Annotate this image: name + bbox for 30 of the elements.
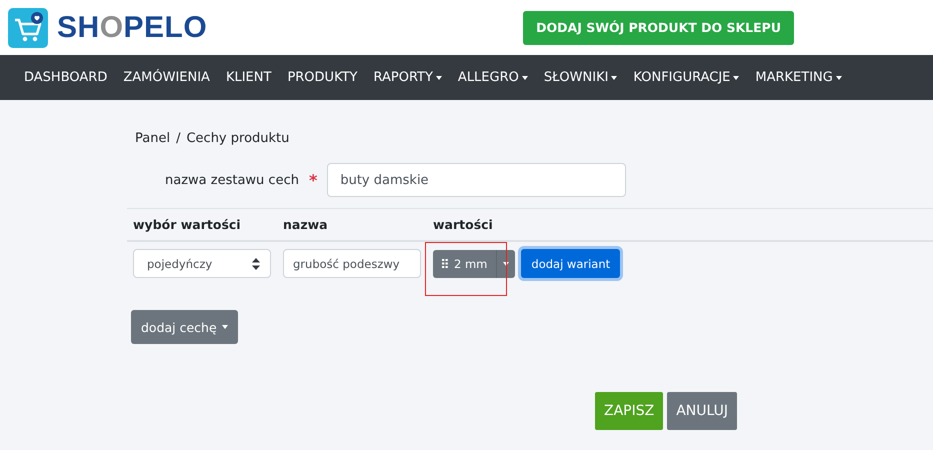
nav-item[interactable]: KLIENT — [218, 70, 280, 85]
breadcrumb-link[interactable]: Panel — [135, 131, 170, 146]
add-feature-button[interactable]: dodaj cechę — [131, 310, 238, 344]
nav-item[interactable]: MARKETING — [747, 70, 850, 85]
cart-logo-icon — [8, 8, 48, 48]
set-name-field[interactable]: buty damskie — [327, 163, 626, 197]
caret-icon — [222, 325, 228, 329]
breadcrumb-separator: / — [176, 131, 180, 146]
nav-item[interactable]: DASHBOARD — [16, 70, 116, 85]
up-down-icon — [252, 258, 260, 270]
nav-item[interactable]: PRODUKTY — [279, 70, 366, 85]
selection-dropdown[interactable]: pojedyńczy — [133, 249, 271, 278]
nav-item[interactable]: KONFIGURACJE — [625, 70, 748, 85]
nav-item[interactable]: RAPORTY — [365, 70, 450, 85]
value-dropdown-button[interactable]: 2 mm — [433, 250, 516, 278]
add-variant-button[interactable]: dodaj wariant — [521, 249, 620, 278]
logo-text: SHOPELO — [57, 10, 208, 44]
caret-icon — [503, 262, 510, 266]
drag-handle-icon[interactable] — [442, 259, 448, 268]
nav-item[interactable]: SŁOWNIKI — [536, 70, 626, 85]
nav-item[interactable]: ZAMÓWIENIA — [115, 70, 218, 85]
cancel-button[interactable]: ANULUJ — [667, 392, 737, 430]
nav-item[interactable]: ALLEGRO — [450, 70, 536, 85]
column-header: wybór wartości — [133, 217, 242, 232]
breadcrumb-current: Cechy produktu — [186, 131, 290, 146]
field-label: nazwa zestawu cech — [165, 172, 299, 188]
required-mark: * — [308, 170, 318, 190]
column-header: wartości — [433, 217, 494, 232]
column-header: nazwa — [283, 217, 329, 232]
name-field[interactable]: grubość podeszwy — [283, 249, 421, 278]
